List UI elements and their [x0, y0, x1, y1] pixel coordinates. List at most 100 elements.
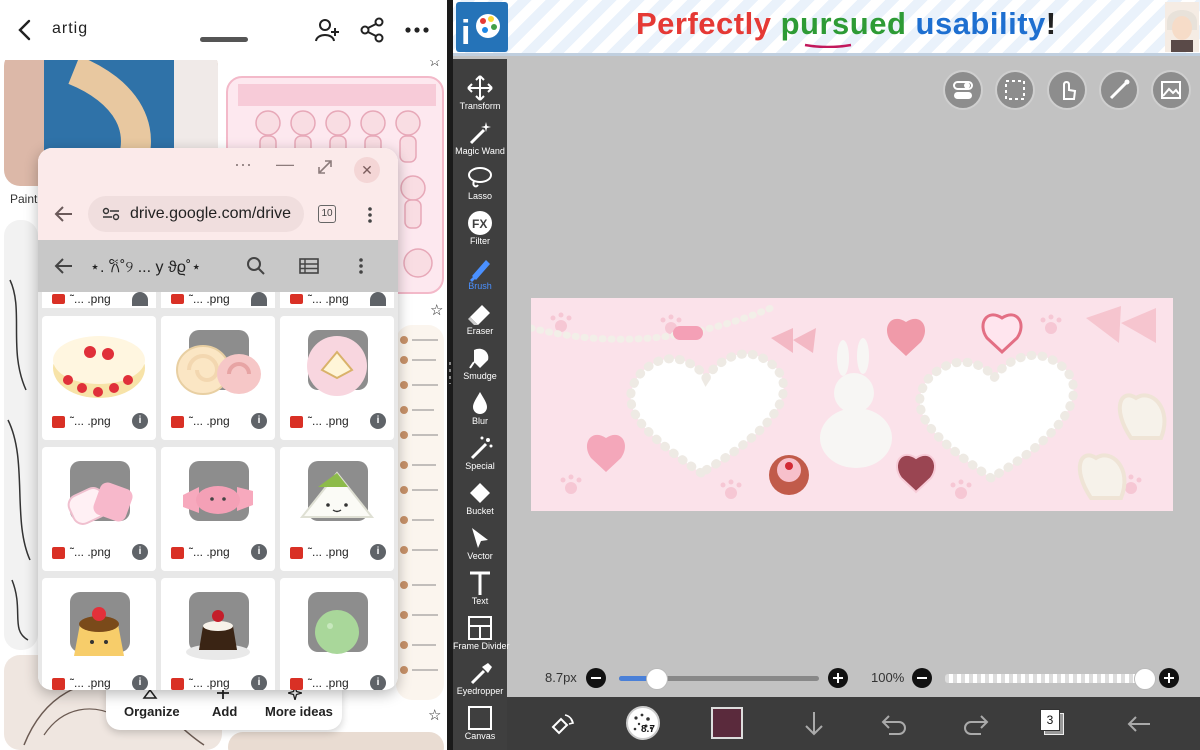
window-menu-icon[interactable]: ···	[234, 154, 252, 175]
pin-sketch[interactable]	[4, 220, 38, 650]
file-tile[interactable]: ˜๜... .png i	[42, 447, 156, 571]
file-tile[interactable]: ˜๜... .png i	[280, 316, 394, 440]
image-file-icon	[171, 547, 184, 559]
tool-eyedropper[interactable]: Eyedropper	[453, 655, 507, 700]
back-chevron-icon[interactable]	[14, 18, 36, 42]
tool-smudge[interactable]: Smudge	[453, 340, 507, 385]
undo-icon[interactable]	[877, 707, 911, 741]
toggle-ui-button[interactable]	[943, 70, 983, 110]
file-tile-partial[interactable]: ˜... .png	[161, 292, 275, 308]
brush-preset-button[interactable]: 8.7	[626, 706, 660, 740]
info-icon[interactable]	[251, 292, 267, 306]
tool-blur[interactable]: Blur	[453, 385, 507, 430]
tool-canvas[interactable]: Canvas	[453, 700, 507, 745]
url-bar[interactable]: drive.google.com/drive	[88, 196, 304, 232]
tool-special[interactable]: Special	[453, 430, 507, 475]
gesture-button[interactable]	[1047, 70, 1087, 110]
file-tile[interactable]: ˜๜... .png i	[42, 578, 156, 690]
file-tile-partial[interactable]: ˜... .png	[42, 292, 156, 308]
file-tile[interactable]: ˜๜... .png i	[42, 316, 156, 440]
tool-transform[interactable]: Transform	[453, 70, 507, 115]
increase-opacity-icon[interactable]	[1158, 667, 1180, 689]
size-knob[interactable]	[646, 668, 668, 690]
info-icon[interactable]	[132, 292, 148, 306]
tab-count-badge[interactable]: 10	[318, 205, 336, 223]
info-icon[interactable]: i	[132, 675, 148, 690]
size-track[interactable]	[619, 676, 819, 681]
redo-icon[interactable]	[959, 707, 993, 741]
file-tile[interactable]: ˜๜... .png i	[161, 316, 275, 440]
info-icon[interactable]: i	[370, 544, 386, 560]
tool-lasso[interactable]: Lasso	[453, 160, 507, 205]
decrease-opacity-icon[interactable]	[911, 667, 933, 689]
tool-label: Blur	[453, 416, 507, 426]
drawing-canvas[interactable]	[531, 298, 1173, 511]
organize-button[interactable]: Organize	[124, 704, 180, 719]
info-icon[interactable]: i	[132, 413, 148, 429]
pin-star-icon[interactable]: ☆	[430, 301, 443, 319]
tool-filter[interactable]: FX Filter	[453, 205, 507, 250]
folder-menu-icon[interactable]	[358, 257, 364, 275]
reference-image-button[interactable]	[1151, 70, 1191, 110]
layers-button[interactable]: 3	[1040, 709, 1064, 735]
ad-word-2: pursued	[781, 6, 907, 41]
share-icon[interactable]	[358, 16, 386, 44]
tool-magic-wand[interactable]: Magic Wand	[453, 115, 507, 160]
add-collaborator-icon[interactable]	[314, 16, 342, 44]
file-name: ˜... .png	[70, 292, 111, 306]
info-icon[interactable]: i	[370, 675, 386, 690]
info-icon[interactable]	[370, 292, 386, 306]
download-arrow-icon[interactable]	[797, 707, 831, 741]
browser-back-icon[interactable]	[54, 205, 74, 223]
decrease-size-icon[interactable]	[585, 667, 607, 689]
color-swatch[interactable]	[711, 707, 743, 739]
opacity-track[interactable]	[945, 674, 1145, 683]
close-window-button[interactable]: ✕	[354, 157, 380, 183]
minimize-icon[interactable]: —	[276, 154, 294, 175]
drag-handle[interactable]	[200, 37, 248, 42]
more-icon[interactable]	[403, 16, 431, 44]
ruler-button[interactable]	[1099, 70, 1139, 110]
ad-banner[interactable]: i Perfectly pursued usability!	[453, 0, 1200, 56]
divider-handle[interactable]	[449, 362, 451, 384]
more-ideas-button[interactable]: More ideas	[265, 704, 333, 719]
browser-menu-icon[interactable]	[366, 206, 374, 224]
list-view-icon[interactable]	[299, 258, 319, 274]
maximize-icon[interactable]	[316, 158, 334, 176]
info-icon[interactable]: i	[251, 413, 267, 429]
ibispaint-app: i Perfectly pursued usability! Transform…	[453, 0, 1200, 750]
pin-star-icon[interactable]: ☆	[428, 706, 441, 724]
file-tile[interactable]: ˜๜... .png i	[161, 447, 275, 571]
selection-button[interactable]	[995, 70, 1035, 110]
tool-vector[interactable]: Vector	[453, 520, 507, 565]
opacity-knob[interactable]	[1134, 668, 1156, 690]
info-icon[interactable]: i	[370, 413, 386, 429]
info-icon[interactable]: i	[251, 544, 267, 560]
image-file-icon	[52, 678, 65, 690]
pin-color-chart[interactable]	[396, 325, 444, 700]
file-tile[interactable]: ˜๜... .png i	[161, 578, 275, 690]
file-tile[interactable]: ˜๜... .png i	[280, 447, 394, 571]
file-name: ˜๜... .png	[308, 676, 349, 690]
tool-label: Brush	[453, 281, 507, 291]
info-icon[interactable]: i	[251, 675, 267, 690]
tool-text[interactable]: Text	[453, 565, 507, 610]
file-tile[interactable]: ˜๜... .png i	[280, 578, 394, 690]
tool-bucket[interactable]: Bucket	[453, 475, 507, 520]
folder-back-icon[interactable]	[54, 257, 74, 275]
search-icon[interactable]	[246, 256, 266, 276]
file-tile-partial[interactable]: ˜... .png	[280, 292, 394, 308]
drive-folder-bar: ⋆. 𐙚˚୨ ... y ϑϱ˚⋆	[38, 240, 398, 292]
pin-image-bottom[interactable]	[228, 732, 444, 750]
pudding-icon	[50, 586, 148, 668]
site-settings-icon[interactable]	[102, 207, 120, 221]
tool-label: Lasso	[453, 191, 507, 201]
tool-eraser[interactable]: Eraser	[453, 295, 507, 340]
info-icon[interactable]: i	[132, 544, 148, 560]
increase-size-icon[interactable]	[827, 667, 849, 689]
tool-brush[interactable]: Brush	[453, 250, 507, 295]
tool-frame-divider[interactable]: Frame Divider	[453, 610, 507, 655]
swap-eraser-icon[interactable]	[545, 707, 579, 741]
add-button[interactable]: Add	[212, 704, 237, 719]
exit-arrow-icon[interactable]	[1122, 707, 1156, 741]
